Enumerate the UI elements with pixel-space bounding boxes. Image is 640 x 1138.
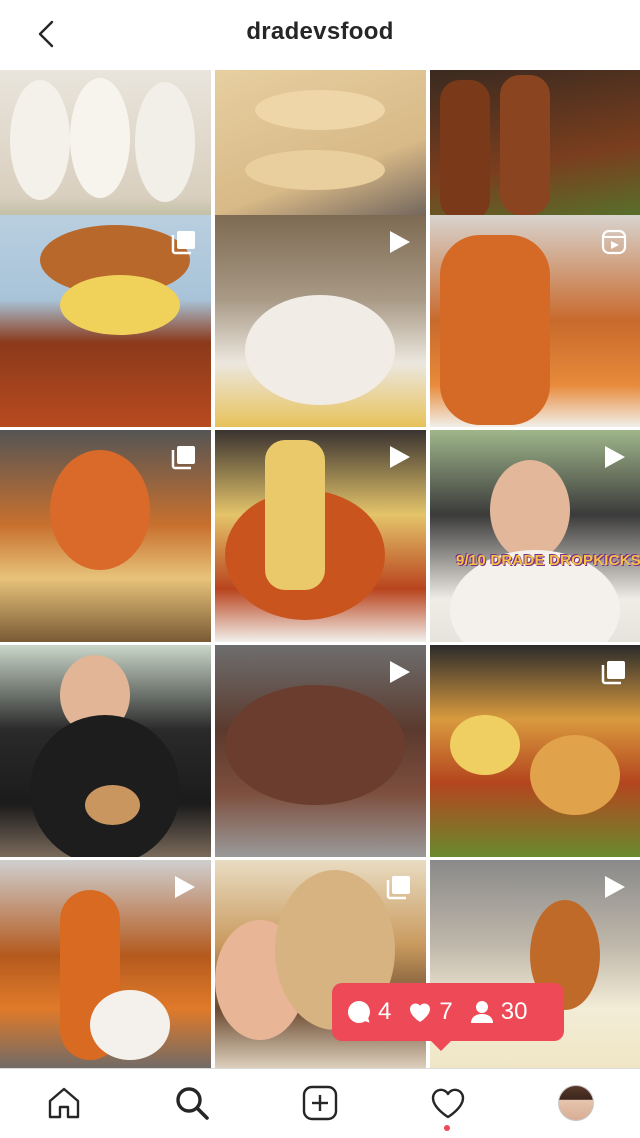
comments-stat: 4	[346, 998, 391, 1026]
grid-post[interactable]	[215, 215, 426, 427]
posts-grid: 9/10 DRADE DROPKICKS	[0, 70, 640, 1068]
grid-post[interactable]	[0, 645, 211, 857]
comments-count: 4	[378, 998, 392, 1025]
tab-new-post[interactable]	[300, 1083, 340, 1123]
tab-activity[interactable]	[428, 1083, 468, 1123]
video-icon	[390, 231, 410, 253]
carousel-icon	[601, 661, 625, 685]
person-icon	[470, 1001, 493, 1023]
bottom-tab-bar	[0, 1068, 640, 1138]
search-icon	[176, 1087, 209, 1120]
new-post-icon	[302, 1085, 338, 1121]
top-header: dradevsfood	[0, 0, 640, 68]
video-icon	[175, 876, 195, 898]
video-icon	[390, 661, 410, 683]
grid-post[interactable]	[430, 215, 640, 427]
activity-notification-bubble[interactable]: 4 7 30	[332, 983, 564, 1051]
follows-count: 30	[500, 998, 528, 1025]
notification-dot	[444, 1125, 450, 1131]
follows-stat: 30	[469, 998, 528, 1026]
carousel-icon	[386, 876, 410, 900]
profile-username-title: dradevsfood	[246, 18, 394, 45]
grid-post[interactable]	[0, 860, 211, 1068]
activity-heart-icon	[431, 1088, 465, 1119]
likes-stat: 7	[407, 998, 453, 1026]
grid-post[interactable]	[0, 430, 211, 642]
grid-post[interactable]	[0, 215, 211, 427]
home-icon	[48, 1087, 80, 1119]
post-overlay-caption: 9/10 DRADE DROPKICKS	[456, 552, 640, 569]
comment-icon	[347, 1000, 370, 1023]
video-icon	[605, 876, 625, 898]
grid-post[interactable]	[215, 645, 426, 857]
grid-post[interactable]	[215, 430, 426, 642]
tab-home[interactable]	[44, 1083, 84, 1123]
heart-icon	[410, 1003, 431, 1022]
profile-avatar	[558, 1085, 594, 1121]
carousel-icon	[171, 446, 195, 470]
grid-post[interactable]	[430, 645, 640, 857]
likes-count: 7	[439, 998, 453, 1025]
carousel-icon	[171, 231, 195, 255]
tab-profile[interactable]	[556, 1083, 596, 1123]
reels-icon	[601, 229, 627, 255]
video-icon	[605, 446, 625, 468]
tab-search[interactable]	[172, 1083, 212, 1123]
video-icon	[390, 446, 410, 468]
grid-post[interactable]: 9/10 DRADE DROPKICKS	[430, 430, 640, 642]
